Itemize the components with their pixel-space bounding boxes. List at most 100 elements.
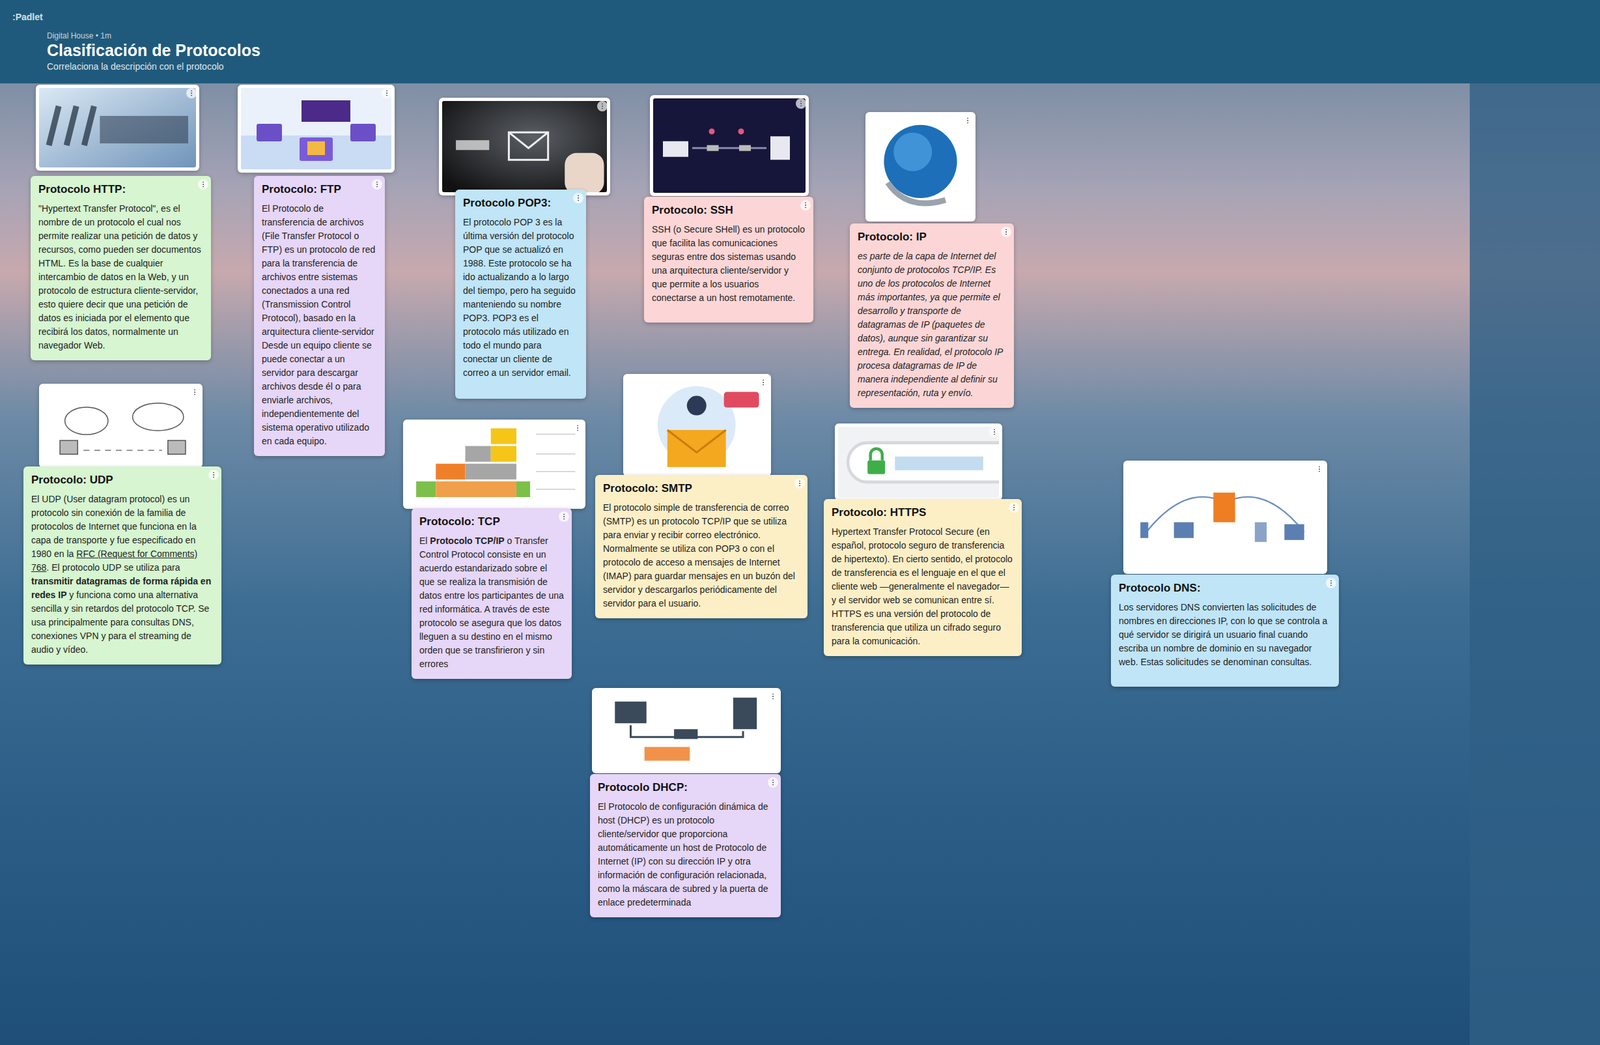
post-image[interactable] [591,687,781,773]
more-icon [382,89,391,98]
post-image[interactable] [39,383,203,468]
post-card-menu[interactable] [800,199,811,211]
post-image[interactable] [403,419,586,509]
ssh-image-icon [653,98,806,193]
post-card[interactable]: Protocolo: UDP El UDP (User datagram prot… [23,466,222,665]
post-card[interactable]: Protocolo DNS: Los servidores DNS convier… [1110,574,1339,687]
post-title: Protocolo: TCP [419,514,564,529]
more-icon [801,201,810,210]
post-image[interactable] [237,84,395,173]
post-body: El UDP (User datagram protocol) es un pr… [31,492,214,657]
post-image[interactable] [834,423,1003,501]
more-icon [795,479,804,488]
post-card-menu[interactable] [767,776,779,788]
post-body: El Protocolo TCP/IP o Transfer Control P… [419,533,564,671]
more-icon [574,194,583,202]
ftp-image-icon [240,87,392,170]
post-image[interactable] [649,95,809,197]
post-card[interactable]: Protocolo: SMTP El protocolo simple de tr… [595,474,808,618]
tcp-image-icon [406,422,583,506]
post-card-menu[interactable] [573,192,584,204]
post-body: El Protocolo de configuración dinámica d… [597,799,773,910]
post-image[interactable] [438,97,611,196]
pop3-image-icon [442,100,607,193]
more-icon [573,423,582,432]
post-title: Protocolo DHCP: [597,780,773,795]
post-image[interactable] [35,84,200,171]
more-icon [373,180,381,189]
padlet-board: :PadletDigital House • 1mClasificación d… [0,0,1600,1045]
post-body: El Protocolo de transferencia de archivo… [261,201,378,449]
post-body: El protocolo POP 3 es la última versión … [463,215,579,380]
post-title: Protocolo: UDP [31,472,214,488]
post-body: "Hypertext Transfer Protocol", es el nom… [38,201,204,353]
post-image[interactable] [865,112,976,222]
dns-image-icon [1126,463,1324,571]
post-card[interactable]: Protocolo: IP es parte de la capa de Inte… [849,223,1014,408]
post-card[interactable]: Protocolo: HTTPS Hypertext Transfer Prot… [823,498,1022,656]
post-image-menu[interactable] [189,386,200,398]
post-card[interactable]: Protocolo: TCP El Protocolo TCP/IP o Tran… [411,507,572,679]
post-image-menu[interactable] [186,87,197,99]
board-subtitle: Correlaciona la descripción con el proto… [46,60,1554,73]
post-body: es parte de la capa de Internet del conj… [857,249,1007,400]
post-image-menu[interactable] [572,422,583,434]
https-image-icon [838,426,999,497]
more-icon [560,512,568,521]
post-image-menu[interactable] [597,100,608,112]
udp-image-icon [42,386,200,465]
post-image-menu[interactable] [795,98,807,109]
more-icon [1327,578,1335,587]
post-card[interactable]: Protocolo: FTPEl Protocolo de transferen… [253,175,385,456]
post-body: Los servidores DNS convierten las solici… [1118,600,1332,669]
post-card-menu[interactable] [208,469,219,480]
more-icon [769,778,777,786]
more-icon [963,116,972,125]
more-icon [990,427,999,436]
post-image[interactable] [623,373,772,477]
post-body: SSH (o Secure SHell) es un protocolo que… [651,222,806,305]
http-image-icon [39,87,197,168]
more-icon [190,388,199,396]
more-icon [199,180,208,189]
post-card-menu[interactable] [1008,502,1020,513]
more-icon [797,99,805,108]
post-card-menu[interactable] [1325,577,1337,589]
post-title: Protocolo DNS: [1118,580,1332,596]
board-header: :PadletDigital House • 1mClasificación d… [0,0,1600,84]
post-card[interactable]: Protocolo: SSH SSH (o Secure SHell) es un… [644,196,814,323]
more-icon [759,378,768,387]
padlet-logo[interactable]: :Padlet [12,10,43,25]
post-title: Protocolo POP3: [463,196,579,211]
more-icon [598,102,607,111]
more-icon [187,89,196,98]
more-icon [769,692,777,701]
dhcp-image-icon [595,690,778,770]
post-image-menu[interactable] [767,690,779,702]
board-meta: Digital House • 1m [46,31,1554,41]
post-title: Protocolo: IP [857,229,1007,245]
post-card-menu[interactable] [558,511,570,522]
post-card-menu[interactable] [794,477,805,489]
post-image-menu[interactable] [989,426,1000,437]
right-strip [1469,0,1600,1045]
post-card[interactable]: Protocolo DHCP: El Protocolo de configura… [589,773,781,917]
post-image-menu[interactable] [962,115,973,126]
post-image[interactable] [1123,460,1328,574]
post-title: Protocolo HTTP: [38,182,204,197]
post-card[interactable]: Protocolo POP3: El protocolo POP 3 es la … [455,189,587,399]
post-image-menu[interactable] [1314,463,1325,475]
post-card[interactable]: Protocolo HTTP: "Hypertext Transfer Proto… [30,175,211,361]
board-title: Clasificación de Protocolos [46,40,1554,61]
post-card-menu[interactable] [1000,226,1012,238]
post-title: Protocolo: SMTP [603,481,800,496]
post-body: El protocolo simple de transferencia de … [603,500,800,611]
more-icon [209,470,218,479]
post-card-menu[interactable] [371,179,383,190]
more-icon [1002,227,1011,236]
post-image-menu[interactable] [381,87,393,99]
post-title: Protocolo: SSH [651,203,806,218]
post-card-menu[interactable] [197,179,209,190]
post-image-menu[interactable] [757,377,769,388]
ip-image-icon [868,115,973,219]
